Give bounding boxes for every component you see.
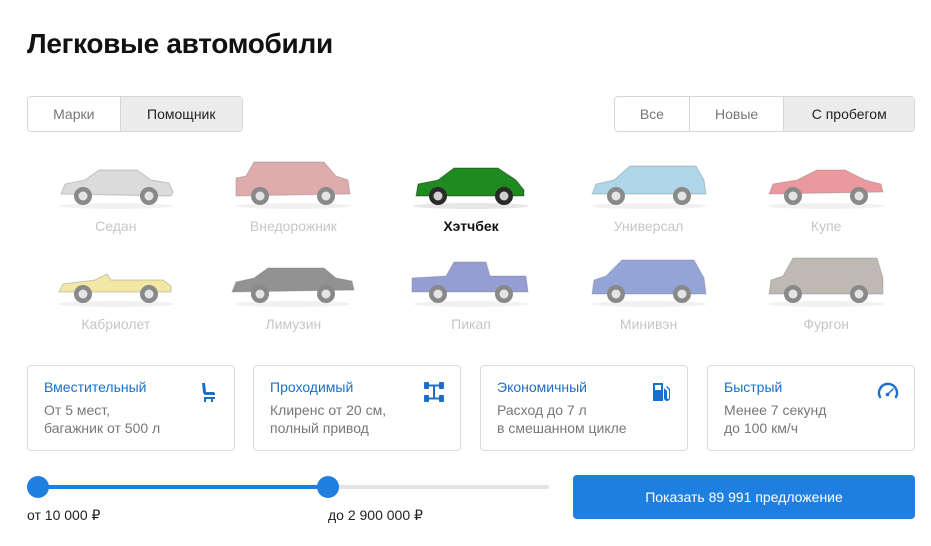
body-type-label: Лимузин (265, 316, 322, 332)
sedan-icon (57, 169, 174, 209)
tab-assistant[interactable]: Помощник (120, 97, 242, 131)
mode-switch: Марки Помощник (27, 96, 243, 132)
feature-title: Быстрый (724, 379, 783, 395)
feature-description: Клиренс от 20 см, полный привод (270, 402, 387, 436)
body-type-label: Универсал (613, 218, 684, 234)
price-max-label: до 2 900 000 ₽ (328, 507, 423, 523)
body-type-label: Седан (95, 218, 137, 234)
wagon-icon (590, 165, 707, 209)
filter-new[interactable]: Новые (689, 97, 785, 131)
feature-title: Экономичный (497, 379, 588, 395)
feature-card-economical[interactable]: Экономичный Расход до 7 лв смешанном цик… (480, 365, 688, 451)
suv-icon (235, 161, 352, 209)
body-type-label: Купе (810, 218, 842, 234)
price-range-slider[interactable] (27, 474, 549, 500)
tab-brands[interactable]: Марки (28, 97, 121, 131)
car-seat-icon (202, 383, 215, 402)
condition-switch: Все Новые С пробегом (614, 96, 915, 132)
feature-card-fast[interactable]: Быстрый Менее 7 секунд до 100 км/ч (707, 365, 915, 451)
body-type-cabriolet[interactable]: Кабриолет (27, 248, 205, 332)
body-type-limousine[interactable]: Лимузин (205, 248, 383, 332)
price-min-label: от 10 000 ₽ (27, 507, 101, 523)
body-type-label: Фургон (803, 316, 849, 332)
body-type-coupe[interactable]: Купе (737, 150, 915, 234)
drivetrain-icon (424, 382, 444, 402)
feature-description: Менее 7 секунд до 100 км/ч (724, 402, 827, 436)
body-type-label: Минивэн (619, 316, 678, 332)
feature-title: Проходимый (270, 379, 354, 395)
feature-description: От 5 мест, багажник от 500 л (44, 402, 161, 436)
body-type-wagon[interactable]: Универсал (560, 150, 738, 234)
hatchback-icon (412, 167, 529, 209)
body-type-suv[interactable]: Внедорожник (205, 150, 383, 234)
feature-card-offroad[interactable]: Проходимый Клиренс от 20 см, полный приво… (253, 365, 461, 451)
body-type-minivan[interactable]: Минивэн (560, 248, 738, 332)
van-icon (768, 257, 885, 307)
body-type-label: Пикап (451, 316, 491, 332)
slider-handle-max[interactable] (317, 476, 339, 498)
feature-description: Расход до 7 лв смешанном цикле (497, 402, 627, 436)
cabriolet-icon (57, 273, 174, 307)
body-type-label: Хэтчбек (443, 218, 499, 234)
slider-fill (38, 485, 328, 489)
body-type-sedan[interactable]: Седан (27, 150, 205, 234)
fuel-pump-icon (653, 383, 670, 401)
feature-card-spacious[interactable]: Вместительный От 5 мест, багажник от 500 … (27, 365, 235, 451)
coupe-icon (768, 169, 885, 209)
page-title: Легковые автомобили (27, 28, 333, 59)
slider-handle-min[interactable] (27, 476, 49, 498)
minivan-icon (590, 259, 707, 307)
body-type-pickup[interactable]: Пикап (382, 248, 560, 332)
body-type-label: Кабриолет (81, 316, 151, 332)
body-type-van[interactable]: Фургон (737, 248, 915, 332)
filter-used[interactable]: С пробегом (784, 97, 914, 131)
body-type-grid: Седан Внедорожник Хэтчбек Универсал Купе Кабр… (27, 150, 915, 332)
speedometer-icon (877, 382, 899, 399)
pickup-icon (411, 261, 529, 307)
show-offers-button[interactable]: Показать 89 991 предложение (573, 475, 915, 519)
filter-all[interactable]: Все (615, 97, 690, 131)
feature-title: Вместительный (44, 379, 147, 395)
body-type-hatchback[interactable]: Хэтчбек (382, 150, 560, 234)
limousine-icon (231, 267, 356, 307)
body-type-label: Внедорожник (249, 218, 337, 234)
